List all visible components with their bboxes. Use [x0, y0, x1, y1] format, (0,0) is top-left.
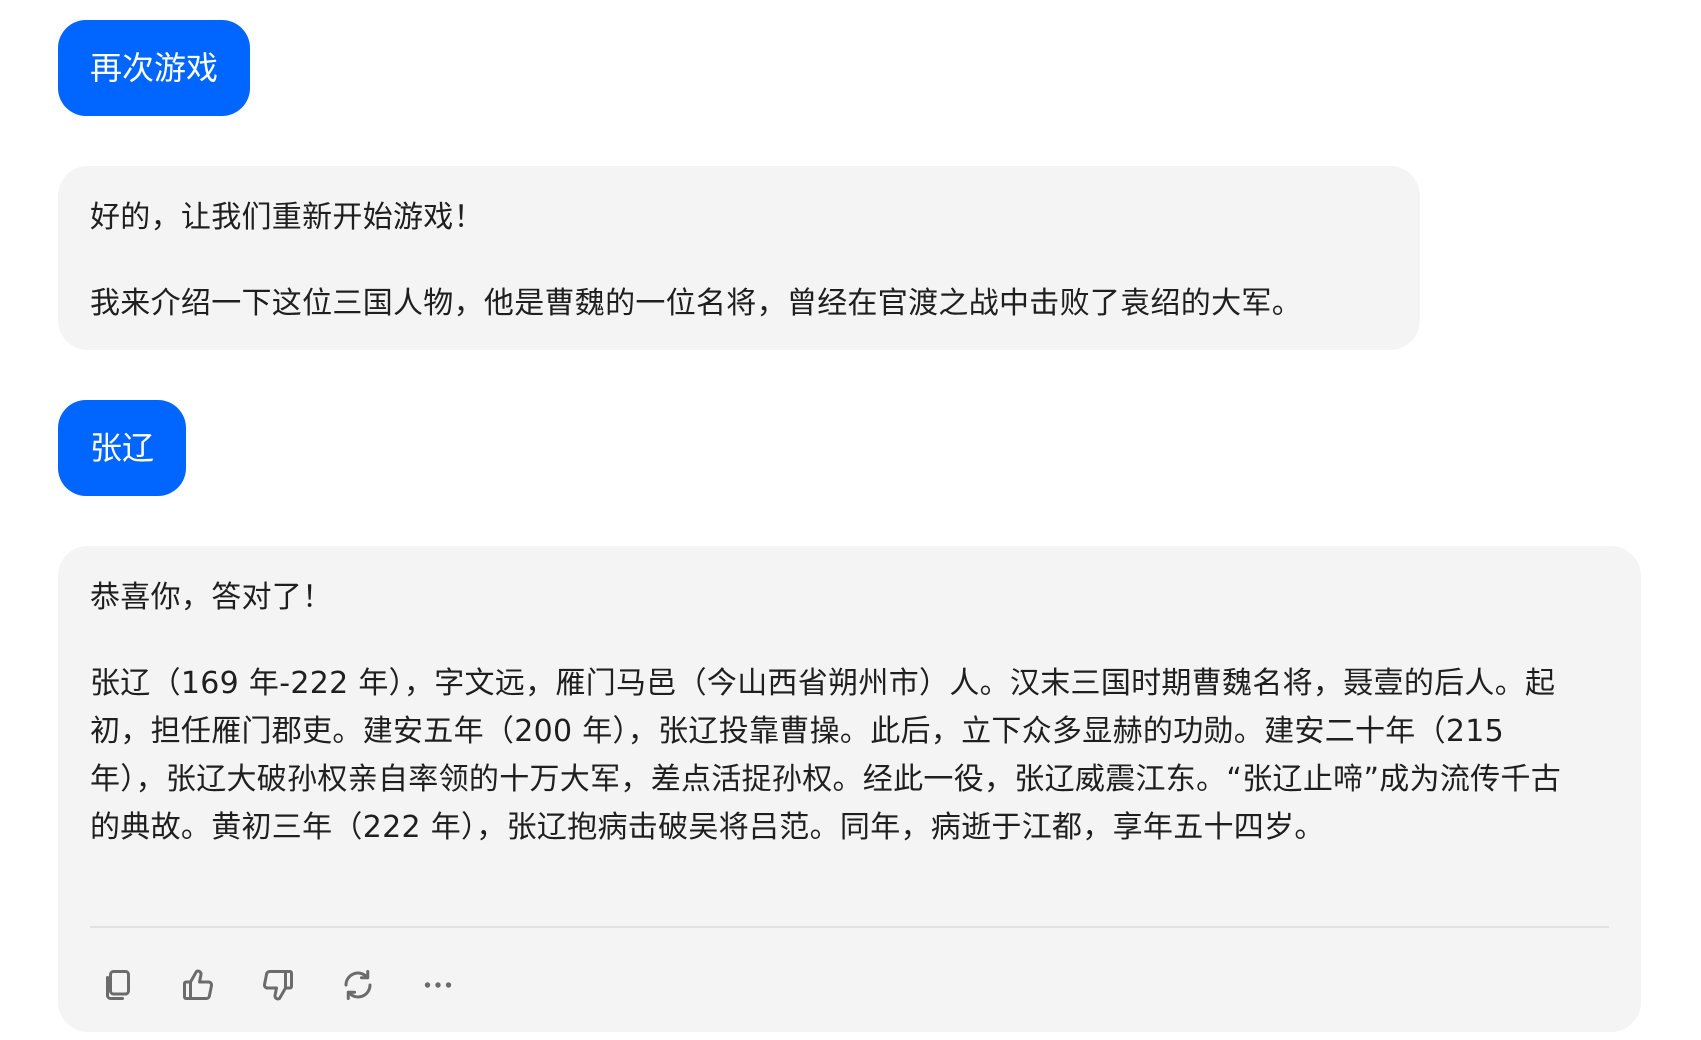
- thumbs-down-icon: [263, 970, 293, 1001]
- more-button[interactable]: [398, 950, 478, 1020]
- copy-icon: [106, 970, 130, 1000]
- refresh-icon: [344, 970, 372, 1000]
- assistant-message-answer: 恭喜你，答对了！ 张辽（169 年-222 年），字文远，雁门马邑（今山西省朔州…: [58, 546, 1641, 1032]
- chat-thread: 再次游戏 好的，让我们重新开始游戏！ 我来介绍一下这位三国人物，他是曹魏的一位名…: [0, 0, 1701, 1040]
- message-divider: [90, 926, 1609, 928]
- more-horizontal-icon: [424, 982, 452, 988]
- copy-button[interactable]: [78, 950, 158, 1020]
- regenerate-button[interactable]: [318, 950, 398, 1020]
- user-message-answer: 张辽: [58, 400, 187, 496]
- assistant-message-text: 好的，让我们重新开始游戏！: [90, 200, 484, 235]
- assistant-message-intro: 好的，让我们重新开始游戏！ 我来介绍一下这位三国人物，他是曹魏的一位名将，曾经在…: [58, 166, 1420, 350]
- assistant-message-text: 恭喜你，答对了！: [90, 580, 333, 615]
- thumbs-up-icon: [183, 969, 213, 1000]
- like-button[interactable]: [158, 950, 238, 1020]
- user-message-replay: 再次游戏: [58, 20, 251, 116]
- assistant-message-text: 张辽（169 年-222 年），字文远，雁门马邑（今山西省朔州市）人。汉末三国时…: [90, 666, 1562, 845]
- assistant-message-text: 我来介绍一下这位三国人物，他是曹魏的一位名将，曾经在官渡之战中击败了袁绍的大军。: [90, 286, 1302, 321]
- message-action-bar: [78, 950, 478, 1020]
- dislike-button[interactable]: [238, 950, 318, 1020]
